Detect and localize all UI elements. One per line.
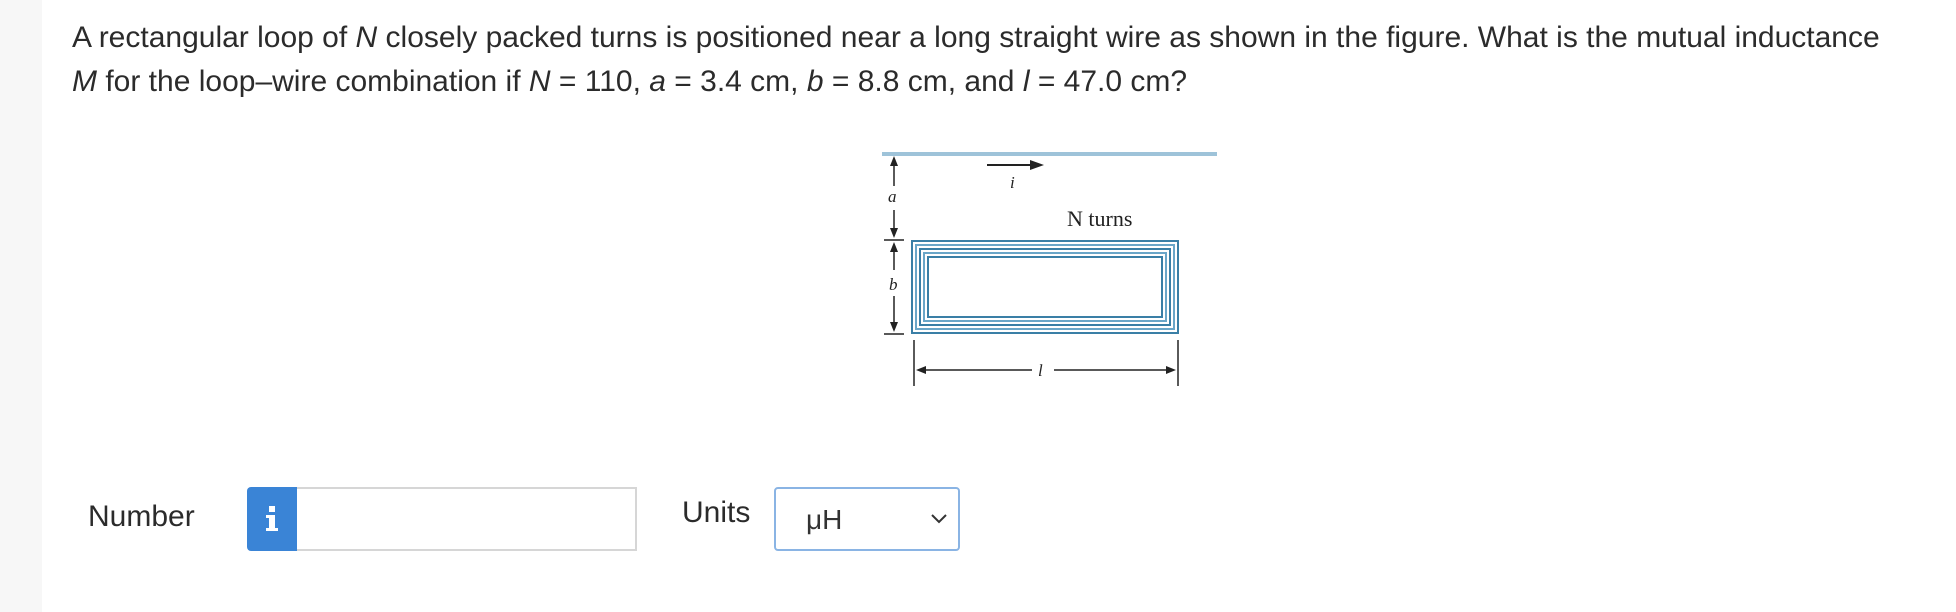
question-segment: = 110,	[550, 65, 650, 98]
variable-a: a	[649, 65, 666, 98]
number-label: Number	[88, 500, 195, 533]
variable-n: N	[528, 65, 551, 98]
chevron-down-icon	[931, 514, 947, 524]
dimension-l	[913, 340, 1179, 386]
variable-n: N	[355, 21, 378, 54]
loop-wire-figure: i a b N turns l	[882, 152, 1217, 386]
rectangular-coil	[911, 240, 1179, 334]
question-segment: = 3.4 cm,	[665, 65, 807, 98]
question-text: A rectangular loop of N closely packed t…	[72, 16, 1892, 104]
number-input[interactable]	[297, 487, 637, 551]
current-label: i	[1010, 173, 1015, 192]
question-segment: = 8.8 cm, and	[823, 65, 1023, 98]
dimension-l-label: l	[1038, 361, 1043, 380]
units-label: Units	[682, 496, 751, 529]
question-card: A rectangular loop of N closely packed t…	[42, 0, 1956, 612]
variable-b: b	[806, 65, 824, 98]
current-arrow	[987, 160, 1044, 170]
turns-label: N turns	[1067, 206, 1132, 231]
question-segment: for the loop–wire combination if	[97, 65, 529, 98]
info-button[interactable]	[247, 487, 297, 551]
info-icon	[266, 506, 278, 531]
question-segment: A rectangular loop of	[72, 21, 356, 54]
dimension-b-label: b	[889, 275, 898, 294]
question-segment: = 47.0 cm?	[1029, 65, 1188, 98]
units-select[interactable]: μH	[774, 487, 960, 551]
question-segment: closely packed turns is positioned near …	[377, 21, 1880, 54]
units-selected-value: μH	[806, 504, 843, 535]
dimension-a-label: a	[888, 187, 897, 206]
variable-m: M	[72, 65, 97, 98]
